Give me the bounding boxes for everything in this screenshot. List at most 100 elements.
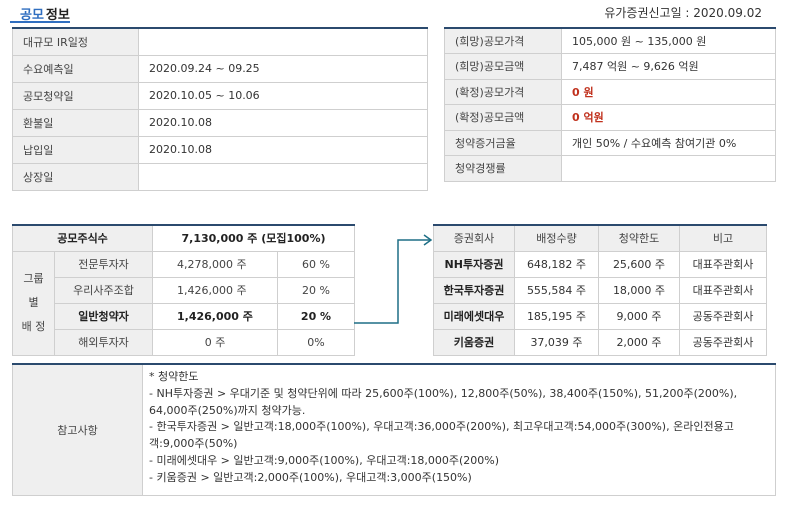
schedule-value xyxy=(138,27,428,56)
price-row: 청약경쟁률 xyxy=(444,155,776,182)
notes-body: * 청약한도 - NH투자증권 > 우대기준 및 청약단위에 따라 25,600… xyxy=(142,363,776,496)
price-row: (희망)공모가격 105,000 원 ~ 135,000 원 xyxy=(444,27,776,54)
allocation-shares: 0 주 xyxy=(152,328,279,356)
allocation-row: 그룹별배 정 전문투자자 4,278,000 주 60 % xyxy=(12,250,356,356)
price-label: 청약증거금율 xyxy=(444,129,562,156)
schedule-row: 납입일 2020.10.08 xyxy=(12,135,428,164)
underwriter-limit: 2,000 주 xyxy=(598,328,680,356)
price-label: (희망)공모금액 xyxy=(444,53,562,80)
underwriter-firm: NH투자증권 xyxy=(433,250,515,278)
underwriter-firm: 미래에셋대우 xyxy=(433,302,515,330)
group-label-line1: 그룹별 xyxy=(23,272,44,309)
price-row: (확정)공모가격 0 원 xyxy=(444,78,776,105)
price-label: (희망)공모가격 xyxy=(444,27,562,54)
price-value xyxy=(561,155,776,182)
allocation-table: 공모주식수 7,130,000 주 (모집100%) 그룹별배 정 전문투자자 … xyxy=(11,224,356,356)
schedule-label: 납입일 xyxy=(12,135,139,164)
price-table: (희망)공모가격 105,000 원 ~ 135,000 원 (희망)공모금액 7,… xyxy=(444,27,776,182)
allocation-category: 일반청약자 xyxy=(53,302,154,330)
price-label: (확정)공모가격 xyxy=(444,78,562,105)
notes-label: 참고사항 xyxy=(12,363,143,496)
underwriter-qty: 185,195 주 xyxy=(514,302,599,330)
schedule-table: 대규모 IR일정 수요예측일 2020.09.24 ~ 09.25 공모청약일 20… xyxy=(12,27,428,191)
price-value: 개인 50% / 수요예측 참여기관 0% xyxy=(561,129,776,156)
column-header: 증권회사 xyxy=(433,224,515,252)
total-shares-value: 7,130,000 주 (모집100%) xyxy=(152,224,356,252)
report-date-value: 2020.09.02 xyxy=(693,6,762,20)
allocation-pct: 60 % xyxy=(277,250,356,278)
underwriter-limit: 18,000 주 xyxy=(598,276,680,304)
confirmed-amount-value: 0 억원 xyxy=(561,104,776,131)
notes-line: * 청약한도 xyxy=(149,370,199,383)
schedule-label: 상장일 xyxy=(12,162,139,191)
notes-row: 참고사항 * 청약한도 - NH투자증권 > 우대기준 및 청약단위에 따라 2… xyxy=(12,363,776,496)
allocation-category: 해외투자자 xyxy=(53,328,154,356)
notes-table: 참고사항 * 청약한도 - NH투자증권 > 우대기준 및 청약단위에 따라 2… xyxy=(12,363,776,496)
underwriter-header-row: 증권회사 배정수량 청약한도 비고 xyxy=(433,224,767,252)
schedule-label: 수요예측일 xyxy=(12,54,139,83)
allocation-shares: 1,426,000 주 xyxy=(152,276,279,304)
allocation-shares: 1,426,000 주 xyxy=(152,302,279,330)
underwriter-firm: 키움증권 xyxy=(433,328,515,356)
title-underline xyxy=(10,21,70,23)
total-shares-label: 공모주식수 xyxy=(11,224,154,252)
allocation-row: 우리사주조합 1,426,000 주 20 % xyxy=(13,276,356,304)
price-row: (희망)공모금액 7,487 억원 ~ 9,626 억원 xyxy=(444,53,776,80)
underwriter-row: NH투자증권 648,182 주 25,600 주 대표주관회사 xyxy=(433,250,767,278)
underwriter-table: 증권회사 배정수량 청약한도 비고 NH투자증권 648,182 주 25,60… xyxy=(433,224,767,356)
schedule-value: 2020.10.08 xyxy=(138,135,428,164)
underwriter-note: 공동주관회사 xyxy=(679,302,767,330)
schedule-value: 2020.10.05 ~ 10.06 xyxy=(138,81,428,110)
group-label-line2: 배 정 xyxy=(21,320,46,333)
underwriter-firm: 한국투자증권 xyxy=(433,276,515,304)
allocation-category: 우리사주조합 xyxy=(53,276,154,304)
allocation-shares: 4,278,000 주 xyxy=(152,250,279,278)
notes-line: - 미래에셋대우 > 일반고객:9,000주(100%), 우대고객:18,00… xyxy=(149,453,500,467)
allocation-row: 해외투자자 0 주 0% xyxy=(13,328,356,356)
schedule-label: 환불일 xyxy=(12,108,139,137)
allocation-row-highlight: 일반청약자 1,426,000 주 20 % xyxy=(13,302,356,330)
underwriter-limit: 25,600 주 xyxy=(598,250,680,278)
column-header: 배정수량 xyxy=(514,224,599,252)
report-date-label: 유가증권신고일 : xyxy=(604,6,694,20)
underwriter-row: 한국투자증권 555,584 주 18,000 주 대표주관회사 xyxy=(433,276,767,304)
price-row: 청약증거금율 개인 50% / 수요예측 참여기관 0% xyxy=(444,129,776,156)
underwriter-note: 대표주관회사 xyxy=(679,276,767,304)
notes-line: - 키움증권 > 일반고객:2,000주(100%), 우대고객:3,000주(… xyxy=(149,470,472,484)
schedule-row: 공모청약일 2020.10.05 ~ 10.06 xyxy=(12,81,428,110)
column-header: 청약한도 xyxy=(598,224,680,252)
underwriter-limit: 9,000 주 xyxy=(598,302,680,330)
schedule-row: 수요예측일 2020.09.24 ~ 09.25 xyxy=(12,54,428,83)
schedule-value xyxy=(138,162,428,191)
schedule-row: 상장일 xyxy=(12,162,428,191)
price-value: 7,487 억원 ~ 9,626 억원 xyxy=(561,53,776,80)
notes-line: - 한국투자증권 > 일반고객:18,000주(100%), 우대고객:36,0… xyxy=(149,420,734,451)
allocation-category: 전문투자자 xyxy=(53,250,154,278)
arrow-connector-icon xyxy=(354,234,433,324)
allocation-pct: 20 % xyxy=(277,276,356,304)
allocation-total-row: 공모주식수 7,130,000 주 (모집100%) xyxy=(11,224,356,252)
schedule-label: 대규모 IR일정 xyxy=(12,27,139,56)
underwriter-qty: 555,584 주 xyxy=(514,276,599,304)
allocation-pct: 20 % xyxy=(277,302,356,330)
underwriter-qty: 37,039 주 xyxy=(514,328,599,356)
allocation-pct: 0% xyxy=(277,328,356,356)
price-label: 청약경쟁률 xyxy=(444,155,562,182)
column-header: 비고 xyxy=(679,224,767,252)
schedule-value: 2020.10.08 xyxy=(138,108,428,137)
schedule-row: 환불일 2020.10.08 xyxy=(12,108,428,137)
underwriter-qty: 648,182 주 xyxy=(514,250,599,278)
underwriter-row: 키움증권 37,039 주 2,000 주 공동주관회사 xyxy=(433,328,767,356)
title-bar: 공모 정보 유가증권신고일 : 2020.09.02 xyxy=(10,0,776,24)
underwriter-note: 대표주관회사 xyxy=(679,250,767,278)
price-label: (확정)공모금액 xyxy=(444,104,562,131)
price-row: (확정)공모금액 0 억원 xyxy=(444,104,776,131)
underwriter-note: 공동주관회사 xyxy=(679,328,767,356)
group-allocation-label: 그룹별배 정 xyxy=(12,250,55,356)
confirmed-price-value: 0 원 xyxy=(561,78,776,105)
schedule-value: 2020.09.24 ~ 09.25 xyxy=(138,54,428,83)
schedule-row: 대규모 IR일정 xyxy=(12,27,428,56)
notes-line: - NH투자증권 > 우대기준 및 청약단위에 따라 25,600주(100%)… xyxy=(149,386,738,417)
schedule-label: 공모청약일 xyxy=(12,81,139,110)
underwriter-row: 미래에셋대우 185,195 주 9,000 주 공동주관회사 xyxy=(433,302,767,330)
